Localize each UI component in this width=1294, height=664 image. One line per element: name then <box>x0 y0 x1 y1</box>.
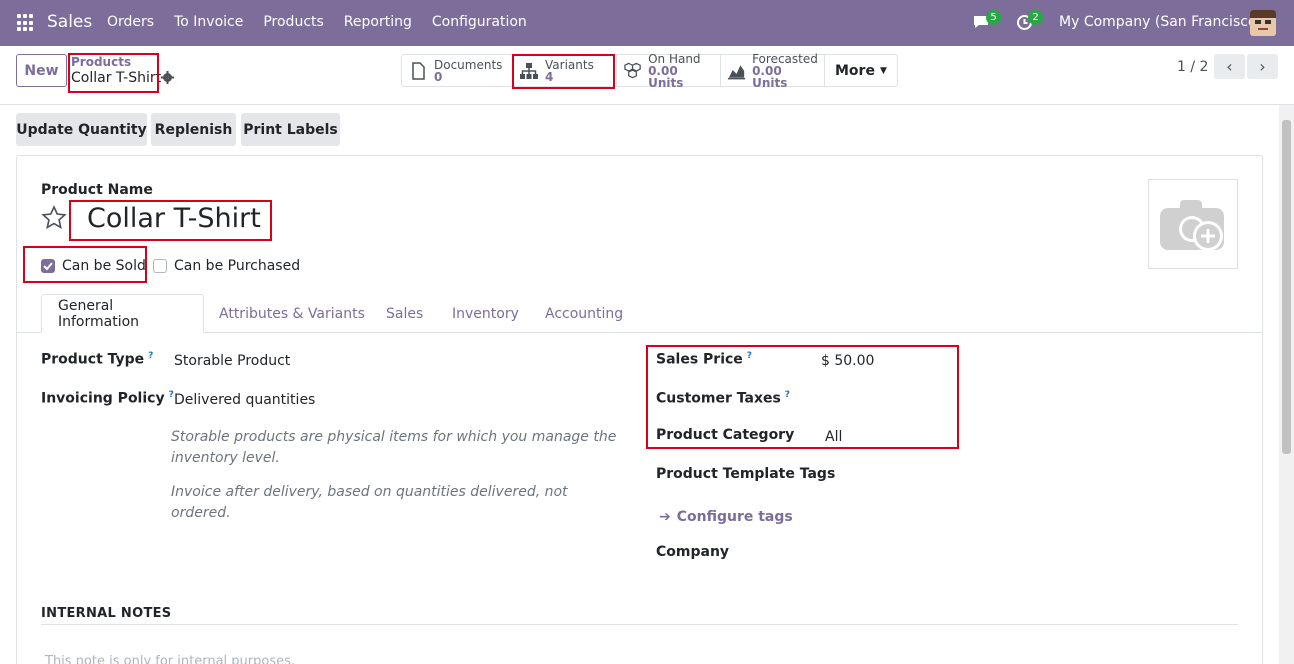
forecasted-smart-button[interactable]: Forecasted 0.00 Units <box>721 51 825 90</box>
update-quantity-button[interactable]: Update Quantity <box>16 113 147 146</box>
template-tags-label: Product Template Tags <box>656 466 836 482</box>
more-label: More <box>835 62 875 79</box>
documents-label: Documents <box>434 57 503 72</box>
highlight-product-name <box>69 200 272 241</box>
highlight-variants <box>512 54 615 89</box>
new-button[interactable]: New <box>16 54 67 87</box>
internal-notes-label: INTERNAL NOTES <box>41 606 172 621</box>
menu-reporting[interactable]: Reporting <box>344 14 412 30</box>
documents-smart-button[interactable]: Documents 0 <box>402 55 513 86</box>
forecasted-label: Forecasted <box>752 51 818 66</box>
highlight-breadcrumb <box>68 53 159 93</box>
storable-note: Storable products are physical items for… <box>171 429 617 466</box>
can-be-purchased-label[interactable]: Can be Purchased <box>174 258 300 274</box>
app-name[interactable]: Sales <box>47 12 92 32</box>
pager-previous-button[interactable]: ‹ <box>1214 54 1245 79</box>
forecasted-value: 0.00 Units <box>752 63 788 90</box>
top-navbar: Sales Orders To Invoice Products Reporti… <box>0 0 1294 46</box>
chevron-left-icon: ‹ <box>1226 57 1233 76</box>
camera-add-icon <box>1160 200 1224 251</box>
invoicing-policy-label: Invoicing Policy? <box>41 390 174 407</box>
control-panel: New Products Collar T-Shirt Documents 0 <box>0 46 1294 105</box>
main-menu: Orders To Invoice Products Reporting Con… <box>107 14 547 30</box>
avatar[interactable] <box>1250 10 1276 36</box>
invoicing-policy-field[interactable]: Delivered quantities <box>174 392 315 408</box>
caret-down-icon: ▼ <box>879 65 887 76</box>
company-switcher[interactable]: My Company (San Francisco) <box>1059 14 1262 30</box>
apps-menu-icon[interactable] <box>17 14 35 32</box>
product-type-label: Product Type? <box>41 351 154 368</box>
menu-configuration[interactable]: Configuration <box>432 14 527 30</box>
area-chart-icon <box>727 64 746 79</box>
product-name-label: Product Name <box>41 182 153 198</box>
smart-buttons: Documents 0 Variants 4 On Hand 0.00 Unit… <box>401 51 898 90</box>
documents-count: 0 <box>434 69 443 84</box>
replenish-button[interactable]: Replenish <box>151 113 236 146</box>
pager-value[interactable]: 1 / 2 <box>1177 59 1208 75</box>
messages-badge: 5 <box>986 10 1001 25</box>
notebook-tabs: General Information Attributes & Variant… <box>17 294 1262 333</box>
company-label: Company <box>656 544 730 560</box>
arrow-right-icon: ➔ <box>659 509 671 525</box>
gear-icon[interactable] <box>161 71 174 84</box>
tab-inventory[interactable]: Inventory <box>452 294 519 333</box>
menu-orders[interactable]: Orders <box>107 14 154 30</box>
invoice-note: Invoice after delivery, based on quantit… <box>171 484 568 521</box>
help-icon: ? <box>148 351 154 361</box>
print-labels-button[interactable]: Print Labels <box>241 113 340 146</box>
can-be-purchased-checkbox[interactable] <box>153 259 167 273</box>
product-type-field[interactable]: Storable Product <box>174 353 290 369</box>
star-icon[interactable] <box>41 205 67 231</box>
tab-sales[interactable]: Sales <box>386 294 423 333</box>
more-smart-buttons[interactable]: More ▼ <box>825 55 897 86</box>
on-hand-label: On Hand <box>648 51 701 66</box>
on-hand-value: 0.00 Units <box>648 63 684 90</box>
configure-tags-link[interactable]: ➔ Configure tags <box>659 509 793 525</box>
chevron-right-icon: › <box>1259 57 1266 76</box>
activities-badge: 2 <box>1028 10 1043 25</box>
tab-attributes-variants[interactable]: Attributes & Variants <box>219 294 365 333</box>
pager-next-button[interactable]: › <box>1247 54 1278 79</box>
menu-to-invoice[interactable]: To Invoice <box>174 14 243 30</box>
internal-notes-input[interactable]: This note is only for internal purposes. <box>45 654 295 664</box>
tab-accounting[interactable]: Accounting <box>545 294 623 333</box>
highlight-can-be-sold <box>23 246 147 283</box>
divider <box>41 624 1238 625</box>
on-hand-smart-button[interactable]: On Hand 0.00 Units <box>617 51 721 90</box>
file-icon <box>412 61 425 80</box>
menu-products[interactable]: Products <box>263 14 323 30</box>
cubes-icon <box>624 62 641 78</box>
highlight-pricing-fields <box>646 345 959 449</box>
scrollbar-thumb[interactable] <box>1282 120 1291 454</box>
product-image[interactable] <box>1148 179 1238 269</box>
tab-general-information[interactable]: General Information <box>41 294 204 333</box>
